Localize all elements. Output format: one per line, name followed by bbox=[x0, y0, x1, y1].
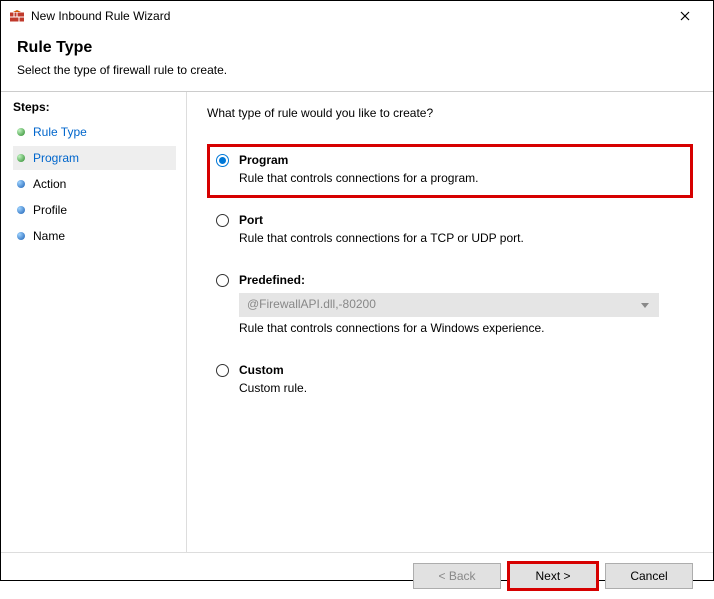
option-predefined: Predefined: @FirewallAPI.dll,-80200 Rule t… bbox=[207, 264, 693, 348]
option-description: Rule that controls connections for a TCP… bbox=[239, 231, 680, 245]
step-bullet-icon bbox=[17, 128, 25, 136]
page-subtitle: Select the type of firewall rule to crea… bbox=[17, 63, 697, 77]
option-title: Predefined: bbox=[239, 273, 305, 287]
option-description: Rule that controls connections for a pro… bbox=[239, 171, 680, 185]
wizard-footer: < Back Next > Cancel bbox=[1, 552, 713, 599]
next-button[interactable]: Next > bbox=[509, 563, 597, 589]
step-label: Profile bbox=[33, 203, 67, 217]
step-rule-type[interactable]: Rule Type bbox=[13, 120, 176, 144]
predefined-select[interactable]: @FirewallAPI.dll,-80200 bbox=[239, 293, 659, 317]
close-button[interactable] bbox=[665, 1, 705, 31]
option-port: Port Rule that controls connections for a… bbox=[207, 204, 693, 258]
wizard-header: Rule Type Select the type of firewall ru… bbox=[1, 31, 713, 87]
option-custom: Custom Custom rule. bbox=[207, 354, 693, 408]
steps-sidebar: Steps: Rule Type Program Action Profile Name bbox=[1, 92, 186, 552]
window-title: New Inbound Rule Wizard bbox=[31, 9, 665, 23]
radio-custom[interactable] bbox=[216, 364, 229, 377]
step-bullet-icon bbox=[17, 206, 25, 214]
option-title: Program bbox=[239, 153, 288, 167]
option-title: Port bbox=[239, 213, 263, 227]
option-description: Custom rule. bbox=[239, 381, 680, 395]
step-label: Name bbox=[33, 229, 65, 243]
content-pane: What type of rule would you like to crea… bbox=[186, 92, 713, 552]
rule-type-prompt: What type of rule would you like to crea… bbox=[207, 106, 693, 120]
step-program[interactable]: Program bbox=[13, 146, 176, 170]
back-button[interactable]: < Back bbox=[413, 563, 501, 589]
steps-label: Steps: bbox=[13, 100, 176, 114]
titlebar: New Inbound Rule Wizard bbox=[1, 1, 713, 31]
step-bullet-icon bbox=[17, 180, 25, 188]
step-bullet-icon bbox=[17, 154, 25, 162]
page-title: Rule Type bbox=[17, 39, 697, 57]
cancel-button[interactable]: Cancel bbox=[605, 563, 693, 589]
firewall-icon bbox=[9, 8, 25, 24]
step-label: Program bbox=[33, 151, 79, 165]
step-action[interactable]: Action bbox=[13, 172, 176, 196]
step-label: Action bbox=[33, 177, 66, 191]
step-bullet-icon bbox=[17, 232, 25, 240]
option-program: Program Rule that controls connections fo… bbox=[207, 144, 693, 198]
step-label: Rule Type bbox=[33, 125, 87, 139]
step-name[interactable]: Name bbox=[13, 224, 176, 248]
radio-program[interactable] bbox=[216, 154, 229, 167]
option-description: Rule that controls connections for a Win… bbox=[239, 321, 680, 335]
radio-predefined[interactable] bbox=[216, 274, 229, 287]
option-title: Custom bbox=[239, 363, 284, 377]
step-profile[interactable]: Profile bbox=[13, 198, 176, 222]
radio-port[interactable] bbox=[216, 214, 229, 227]
